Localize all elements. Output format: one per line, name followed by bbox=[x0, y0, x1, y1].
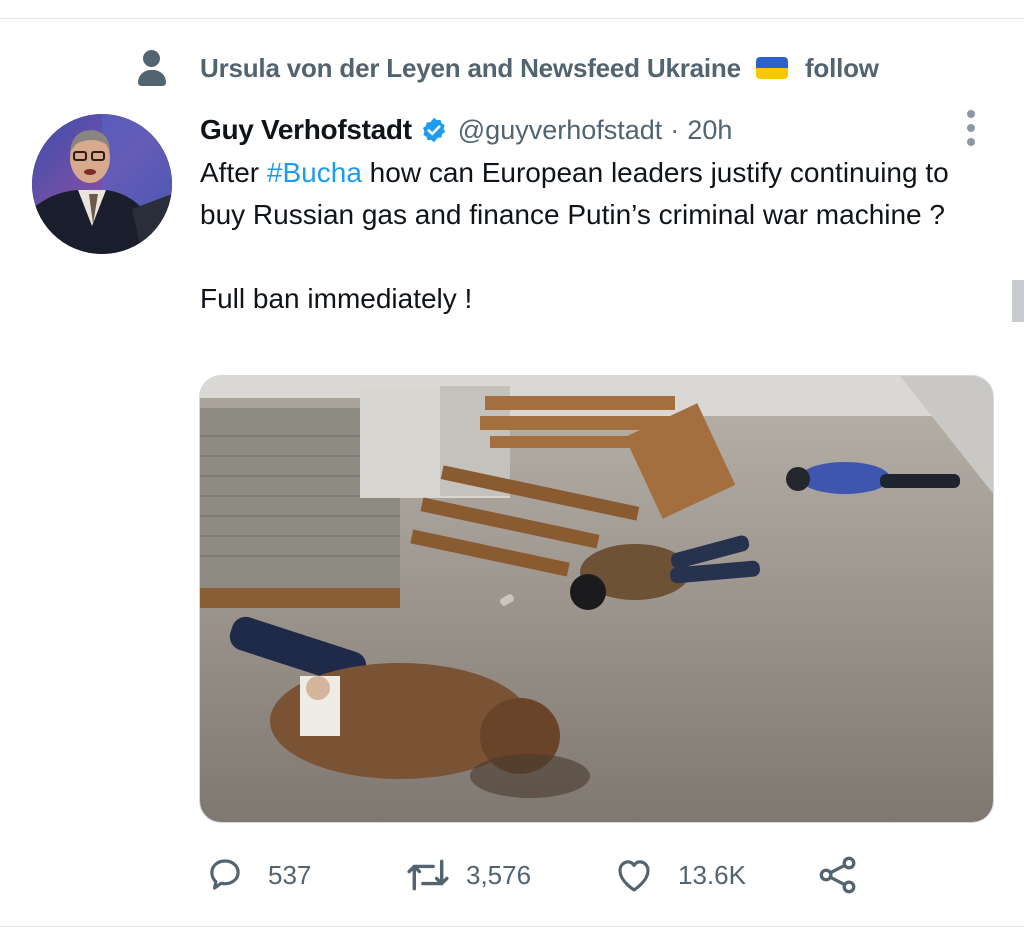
bottom-divider bbox=[0, 926, 1024, 927]
reply-icon bbox=[210, 859, 240, 890]
reply-button[interactable]: 537 bbox=[204, 850, 311, 900]
timestamp[interactable]: 20h bbox=[687, 115, 732, 146]
tweet-media-photo[interactable] bbox=[199, 375, 994, 823]
person-icon bbox=[136, 48, 168, 88]
retweet-count: 3,576 bbox=[466, 859, 532, 890]
social-context-text: Ursula von der Leyen and Newsfeed Ukrain… bbox=[200, 53, 879, 84]
share-icon bbox=[819, 856, 856, 894]
verified-badge-icon bbox=[422, 117, 445, 143]
more-vertical-icon[interactable] bbox=[958, 108, 984, 148]
share-button[interactable] bbox=[816, 850, 860, 900]
hashtag-link[interactable]: #Bucha bbox=[267, 157, 362, 188]
avatar[interactable] bbox=[32, 114, 172, 254]
tweet-actions: 537 3,576 13.6K bbox=[204, 850, 884, 900]
tweet-header: Guy Verhofstadt @guyverhofstadt · 20h bbox=[200, 108, 732, 152]
tweet-text: After #Bucha how can European leaders ju… bbox=[200, 152, 960, 320]
reply-count: 537 bbox=[268, 859, 312, 890]
retweet-button[interactable]: 3,576 bbox=[404, 850, 531, 900]
top-divider bbox=[0, 18, 1024, 19]
heart-icon bbox=[618, 860, 650, 892]
like-button[interactable]: 13.6K bbox=[612, 850, 746, 900]
ukraine-flag-icon bbox=[755, 56, 788, 79]
separator: · bbox=[670, 114, 680, 145]
like-count: 13.6K bbox=[678, 859, 746, 890]
tweet-paragraph-1: After #Bucha how can European leaders ju… bbox=[200, 157, 949, 230]
follow-link[interactable]: follow bbox=[805, 53, 879, 83]
display-name[interactable]: Guy Verhofstadt bbox=[200, 114, 412, 146]
scrollbar-thumb[interactable] bbox=[1012, 280, 1024, 322]
retweet-icon bbox=[407, 859, 449, 891]
handle[interactable]: @guyverhofstadt bbox=[458, 115, 663, 146]
social-context-names: Ursula von der Leyen and Newsfeed Ukrain… bbox=[200, 52, 741, 83]
social-context[interactable]: Ursula von der Leyen and Newsfeed Ukrain… bbox=[136, 46, 879, 90]
tweet-paragraph-2: Full ban immediately ! bbox=[200, 283, 473, 314]
